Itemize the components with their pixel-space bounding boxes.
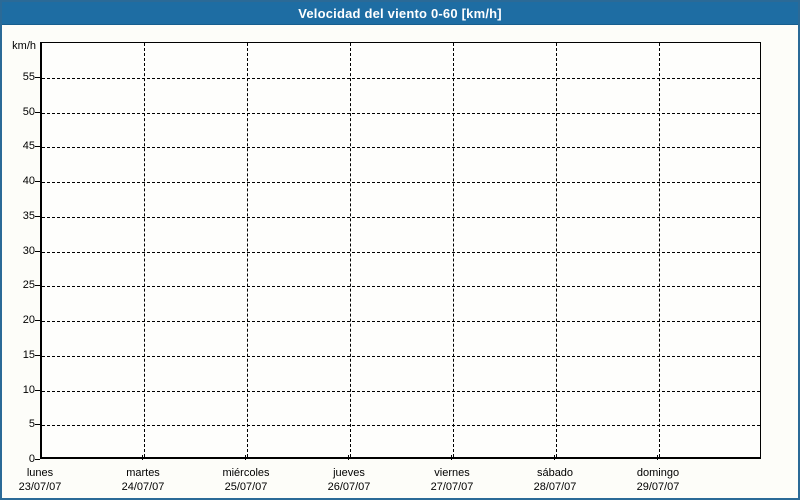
y-tick-label: 30 — [22, 244, 35, 257]
x-tick-mark — [657, 455, 658, 460]
y-tick-label: 25 — [22, 279, 35, 292]
x-tick-label: lunes 23/07/07 — [2, 466, 95, 494]
y-gridline — [42, 112, 760, 114]
x-tick-mark — [142, 455, 143, 460]
y-tick-label: 40 — [22, 175, 35, 187]
day-name: miércoles — [222, 467, 270, 479]
y-tick-mark — [35, 215, 40, 217]
day-name: viernes — [434, 467, 470, 479]
y-tick-mark — [35, 285, 40, 287]
y-tick-label: 35 — [22, 209, 35, 222]
y-tick-mark — [35, 111, 40, 113]
y-gridline — [42, 182, 760, 183]
x-tick-mark — [554, 455, 555, 460]
plot-area — [40, 42, 761, 459]
x-gridline — [453, 43, 454, 457]
x-gridline — [247, 43, 248, 457]
y-gridline — [42, 77, 760, 79]
y-tick-label: 10 — [22, 383, 35, 396]
x-tick-label: sábado 28/07/07 — [500, 466, 610, 494]
y-gridline — [42, 251, 760, 253]
day-date: 29/07/07 — [636, 481, 680, 493]
y-gridline — [42, 355, 760, 357]
chart-canvas: km/h 0 5 10 15 20 25 30 35 40 45 50 55 lunes 23/07/07… — [2, 2, 798, 498]
y-tick-mark — [35, 354, 40, 356]
y-tick-mark — [35, 320, 40, 321]
x-tick-label: martes 24/07/07 — [88, 466, 198, 494]
y-gridline — [42, 321, 760, 322]
y-tick-mark — [35, 146, 40, 148]
x-tick-label: viernes 27/07/07 — [397, 466, 507, 494]
day-name: sábado — [536, 467, 574, 479]
y-tick-label: 0 — [28, 453, 35, 465]
y-tick-mark — [35, 181, 40, 182]
y-tick-label: 5 — [28, 418, 35, 431]
y-tick-label: 55 — [22, 70, 35, 83]
y-gridline — [42, 390, 760, 392]
y-tick-label: 45 — [22, 140, 35, 153]
y-tick-mark — [35, 250, 40, 252]
x-tick-mark — [348, 455, 349, 460]
x-gridline — [144, 43, 145, 457]
y-tick-label: 20 — [22, 314, 35, 326]
y-axis-unit-label: km/h — [12, 40, 36, 52]
x-tick-label: jueves 26/07/07 — [294, 466, 404, 494]
chart-window: Velocidad del viento 0-60 [km/h] km/h 05… — [0, 0, 800, 500]
day-name: lunes — [26, 467, 54, 479]
day-name: domingo — [636, 467, 680, 479]
x-gridline — [659, 43, 660, 457]
day-date: 28/07/07 — [533, 481, 577, 493]
day-name: martes — [126, 467, 160, 479]
x-tick-label: miércoles 25/07/07 — [191, 466, 301, 494]
y-gridline — [42, 216, 760, 218]
y-tick-label: 15 — [22, 348, 35, 361]
y-tick-mark — [35, 76, 40, 78]
day-date: 23/07/07 — [18, 481, 62, 493]
y-gridline — [42, 425, 760, 427]
x-gridline — [350, 43, 351, 457]
day-date: 24/07/07 — [121, 481, 165, 493]
y-tick-mark — [35, 389, 40, 391]
x-tick-mark — [245, 455, 246, 460]
x-tick-mark — [451, 455, 452, 460]
day-date: 25/07/07 — [224, 481, 268, 493]
day-date: 26/07/07 — [327, 481, 371, 493]
y-tick-mark — [35, 424, 40, 426]
x-tick-label: domingo 29/07/07 — [603, 466, 713, 494]
y-tick-mark — [35, 459, 40, 460]
y-gridline — [42, 286, 760, 288]
day-name: jueves — [333, 467, 365, 479]
y-tick-label: 50 — [22, 105, 35, 118]
x-gridline — [556, 43, 557, 457]
y-gridline — [42, 147, 760, 149]
day-date: 27/07/07 — [430, 481, 474, 493]
